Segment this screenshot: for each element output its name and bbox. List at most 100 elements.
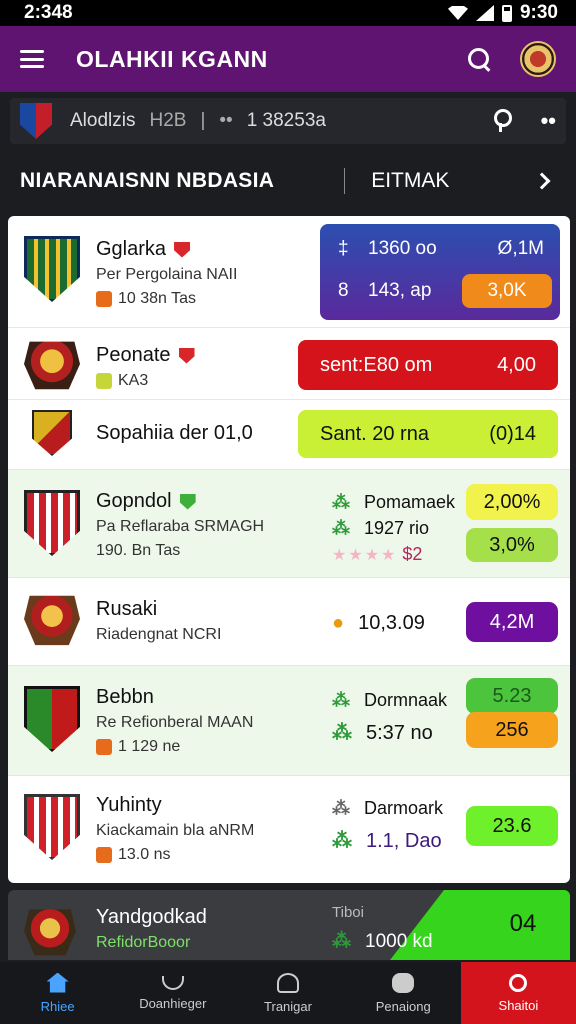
team-league: Per Pergolaina NAII: [96, 266, 238, 283]
nav-item[interactable]: Penaiong: [346, 962, 461, 1024]
status-clock: 9:30: [519, 2, 558, 23]
status-time: 2:348: [24, 2, 73, 23]
chevron-right-icon[interactable]: [533, 172, 551, 190]
stat-value: 5:37 no: [366, 722, 433, 744]
match-list: Gglarka Per Pergolaina NAII 10 38n Tas ‡…: [8, 216, 570, 883]
odds-pill[interactable]: sent:E80 om 4,00: [298, 340, 558, 390]
odds-pill-label: sent:E80 om: [320, 353, 433, 376]
team-meta: 1 129 ne: [118, 738, 181, 755]
match-header[interactable]: Alodlzis H2B | •• 1 38253a ••: [10, 98, 566, 144]
team-crest-icon: [24, 236, 80, 302]
list-item[interactable]: Peonate KA3 sent:E80 om 4,00: [8, 328, 570, 400]
status-icons: 9:30: [447, 2, 558, 24]
team-crest-icon: [24, 595, 80, 646]
team-league: Re Refionberal MAAN: [96, 714, 254, 731]
team-name: Sopahiia der 01,0: [96, 422, 253, 444]
shield-icon: [179, 493, 196, 510]
team-name: Gglarka: [96, 238, 167, 260]
nav-item[interactable]: Tranigar: [230, 962, 345, 1024]
stat-value: 1000 kd: [365, 931, 433, 952]
user-icon: [277, 972, 299, 993]
odds-card[interactable]: ‡ 1360 oo Ø,1M 8 143, ap 3,0K: [320, 224, 560, 320]
menu-icon[interactable]: [20, 50, 44, 68]
list-item[interactable]: Gopndol Pa Reflaraba SRMAGH 190. Bn Tas …: [8, 470, 570, 578]
team-meta: 10 38n Tas: [118, 290, 196, 307]
odds-button[interactable]: 5.23: [466, 678, 558, 714]
list-item[interactable]: Yuhinty Kiackamain bla aNRM 13.0 ns ⁂ Dar…: [8, 776, 570, 883]
nav-label: Tranigar: [264, 998, 312, 1014]
list-item[interactable]: Sopahiia der 01,0 Sant. 20 rna (0)14: [8, 400, 570, 470]
team-name: Rusaki: [96, 598, 158, 620]
section-filter[interactable]: EITMAK: [371, 169, 536, 193]
nav-search[interactable]: Shaitoi: [460, 962, 576, 1024]
stat-value: 1.1, Dao: [366, 830, 442, 852]
team-crest-icon: [24, 686, 80, 752]
team-crest-icon: [24, 909, 76, 956]
odds-button[interactable]: 3,0K: [462, 274, 552, 308]
odds-card-value: 1360 oo: [368, 238, 437, 259]
odds-card-marker: ‡: [338, 238, 349, 259]
app-bar: OLAHKII KGANN: [0, 26, 576, 92]
team-meta: 13.0 ns: [118, 846, 171, 863]
home-icon: [46, 972, 69, 993]
info-icon: [96, 373, 112, 389]
match-separator: |: [200, 110, 206, 131]
battery-icon: [501, 4, 512, 22]
bowl-icon: [161, 975, 184, 990]
nav-label: Shaitoi: [498, 997, 539, 1013]
stat-extra: $2: [402, 544, 423, 564]
avatar[interactable]: [520, 41, 556, 77]
odds-pill[interactable]: Sant. 20 rna (0)14: [298, 410, 558, 458]
team-name: Yuhinty: [96, 794, 162, 816]
search-icon[interactable]: [466, 46, 492, 72]
stat-value: 10,3.09: [358, 612, 425, 634]
list-item[interactable]: Rusaki Riadengnat NCRI ● 10,3.09 4,2M: [8, 578, 570, 666]
info-icon: [96, 739, 112, 755]
stat-label: Pomamaek: [364, 492, 456, 512]
odds-card-right: Ø,1M: [497, 238, 544, 259]
odds-button[interactable]: 23.6: [466, 806, 558, 846]
wifi-icon: [447, 6, 468, 20]
match-number: 1 38253a: [246, 110, 326, 131]
status-bar: 2:348 9:30: [0, 0, 576, 26]
section-title: NIARANAISNN NBDASIA: [20, 169, 275, 192]
match-name: Alodlzis: [70, 110, 136, 131]
team-name: Peonate: [96, 344, 171, 366]
stat-label: Dormnaak: [364, 690, 448, 710]
stat-label: Tiboi: [332, 904, 364, 921]
odds-button[interactable]: 256: [466, 712, 558, 748]
team-crest-icon: [20, 103, 52, 139]
team-crest-icon: [24, 794, 80, 860]
team-crest-icon: [24, 341, 80, 390]
shield-icon: [174, 241, 191, 258]
team-meta: KA3: [118, 372, 149, 389]
odds-button[interactable]: 2,00%: [466, 484, 558, 520]
rating-stars: ★★★★: [332, 547, 398, 564]
list-item[interactable]: Yandgodkad RefidorBooor Tiboi ⁂ 1000 kd 0…: [8, 890, 570, 960]
nav-item[interactable]: Doanhieger: [115, 962, 230, 1024]
team-league: Pa Reflaraba SRMAGH: [96, 518, 265, 535]
stat-label: Darmoark: [364, 798, 444, 818]
search-icon: [509, 973, 528, 992]
nav-home[interactable]: Rhiee: [0, 962, 115, 1024]
list-item[interactable]: Bebbn Re Refionberal MAAN 1 129 ne ⁂ Dorm…: [8, 666, 570, 776]
odds-button[interactable]: 3,0%: [466, 528, 558, 562]
team-league: Kiackamain bla aNRM: [96, 822, 255, 839]
score-button[interactable]: 04: [488, 904, 558, 944]
odds-button[interactable]: 4,2M: [466, 602, 558, 642]
match-code: H2B: [149, 110, 187, 131]
team-crest-icon: [24, 490, 80, 556]
list-item[interactable]: Gglarka Per Pergolaina NAII 10 38n Tas ‡…: [8, 216, 570, 328]
pin-icon[interactable]: [491, 109, 512, 133]
info-icon: [96, 847, 112, 863]
bottom-nav: Rhiee Doanhieger Tranigar Penaiong Shait…: [0, 962, 576, 1024]
odds-pill-value: (0)14: [489, 422, 536, 445]
more-options-icon[interactable]: ••: [541, 108, 556, 134]
odds-card-marker: 8: [338, 280, 349, 301]
odds-pill-label: Sant. 20 rna: [320, 422, 429, 445]
team-league: Riadengnat NCRI: [96, 626, 222, 643]
info-icon: [96, 291, 112, 307]
nav-label: Doanhieger: [139, 995, 207, 1011]
section-header: NIARANAISNN NBDASIA EITMAK: [0, 152, 576, 210]
team-name: Gopndol: [96, 490, 172, 512]
